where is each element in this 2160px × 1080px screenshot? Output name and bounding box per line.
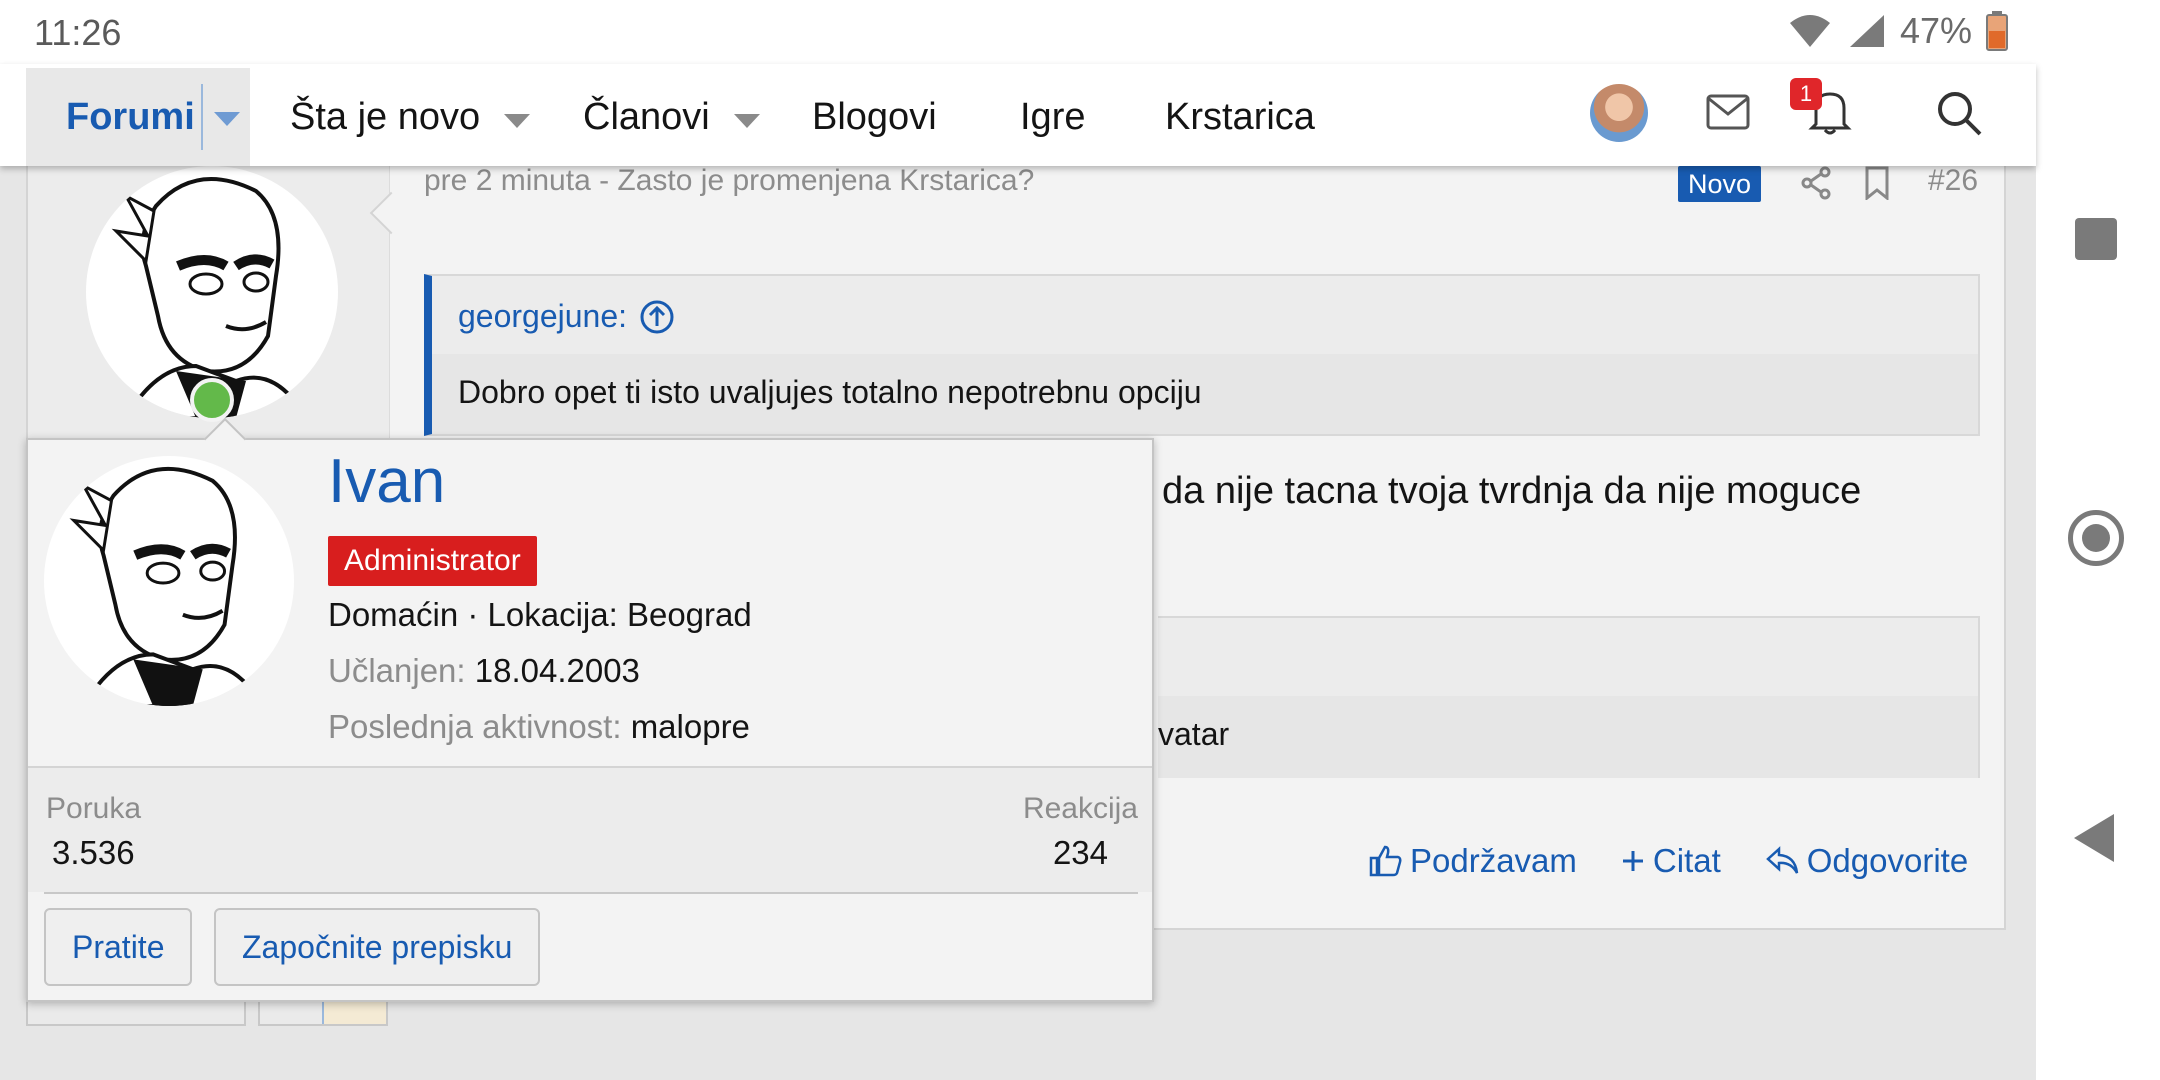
plus-icon bbox=[1622, 851, 1643, 871]
status-bar: 11:26 47% bbox=[0, 0, 2036, 64]
recents-button[interactable] bbox=[2075, 218, 2117, 260]
role-badge: Administrator bbox=[328, 536, 537, 586]
new-badge: Novo bbox=[1678, 166, 1762, 202]
like-button[interactable]: Podržavam bbox=[1368, 842, 1577, 880]
online-status-icon bbox=[190, 378, 234, 422]
quote-label: Citat bbox=[1652, 842, 1721, 879]
battery-icon bbox=[1986, 11, 2008, 51]
quote-button[interactable]: Citat bbox=[1621, 842, 1721, 880]
nav-item-forumi[interactable]: Forumi bbox=[26, 68, 250, 166]
like-label: Podržavam bbox=[1410, 842, 1577, 879]
member-last-activity: Poslednja aktivnost: malopre bbox=[328, 708, 750, 746]
mail-icon[interactable] bbox=[1706, 94, 1750, 130]
main-nav: Forumi Šta je novo Članovi Blogovi Igre … bbox=[0, 64, 2036, 166]
quote-author[interactable]: georgejune: bbox=[458, 298, 675, 335]
messages-label: Poruka bbox=[46, 792, 142, 825]
member-location: Domaćin · Lokacija: Beograd bbox=[328, 596, 752, 633]
nav-item-label: Forumi bbox=[66, 96, 195, 138]
back-button[interactable] bbox=[2074, 814, 2114, 862]
post-body-text: da nije tacna tvoja tvrdnja da nije mogu… bbox=[1162, 470, 1862, 512]
member-joined: Učlanjen: 18.04.2003 bbox=[328, 652, 640, 690]
reactions-value[interactable]: 234 bbox=[1053, 834, 1108, 872]
member-name[interactable]: Ivan bbox=[328, 446, 445, 517]
follow-button[interactable]: Pratite bbox=[44, 908, 193, 986]
blockquote-2: vatar bbox=[1158, 616, 1980, 778]
joined-value: 18.04.2003 bbox=[474, 652, 640, 689]
reply-button[interactable]: Odgovorite bbox=[1765, 842, 1968, 880]
post-header: pre 2 minuta - Zasto je promenjena Krsta… bbox=[424, 164, 1035, 197]
android-nav-bar bbox=[2036, 0, 2160, 1080]
nav-item-games[interactable]: Igre bbox=[1020, 96, 1085, 139]
member-tooltip: Ivan Administrator Domaćin · Lokacija: B… bbox=[26, 417, 1154, 1002]
messages-value[interactable]: 3.536 bbox=[52, 834, 135, 872]
nav-item-members[interactable]: Članovi bbox=[583, 96, 710, 139]
last-activity-value: malopre bbox=[630, 708, 750, 745]
last-activity-label: Poslednja aktivnost: bbox=[328, 708, 622, 745]
arrow-up-circle-icon[interactable] bbox=[639, 299, 675, 335]
user-avatar[interactable] bbox=[1590, 84, 1648, 142]
nav-item-blogs[interactable]: Blogovi bbox=[812, 96, 937, 139]
divider bbox=[44, 892, 1138, 894]
bookmark-icon[interactable] bbox=[1864, 166, 1890, 200]
nav-separator bbox=[201, 84, 203, 150]
wifi-icon bbox=[1789, 15, 1830, 47]
thumbs-up-icon bbox=[1369, 845, 1402, 877]
quote-text: Dobro opet ti isto uvaljujes totalno nep… bbox=[432, 354, 1978, 434]
share-icon[interactable] bbox=[1800, 166, 1832, 200]
reply-icon bbox=[1765, 846, 1799, 874]
battery-percent: 47% bbox=[1899, 10, 1972, 51]
joined-label: Učlanjen: bbox=[328, 652, 466, 689]
nav-item-krstarica[interactable]: Krstarica bbox=[1165, 96, 1315, 139]
home-button[interactable] bbox=[2068, 510, 2124, 566]
member-avatar[interactable] bbox=[44, 456, 294, 706]
reply-label: Odgovorite bbox=[1806, 842, 1969, 879]
status-time: 11:26 bbox=[34, 12, 122, 53]
quote-author-name: georgejune: bbox=[458, 298, 628, 334]
chevron-down-icon[interactable] bbox=[734, 114, 760, 128]
notification-badge: 1 bbox=[1790, 78, 1822, 110]
member-stats: Poruka 3.536 Reakcija 234 bbox=[28, 768, 1152, 892]
post-number[interactable]: #26 bbox=[1928, 164, 1978, 198]
post-actions: Podržavam Citat Odgovorite bbox=[1368, 842, 1968, 880]
chevron-down-icon[interactable] bbox=[214, 112, 240, 126]
nav-item-whats-new[interactable]: Šta je novo bbox=[290, 96, 480, 139]
reactions-label: Reakcija bbox=[1022, 792, 1138, 825]
quote2-text: vatar bbox=[1158, 696, 1978, 778]
status-icons: 47% bbox=[1788, 10, 2008, 52]
blockquote: georgejune: Dobro opet ti isto uvaljujes… bbox=[424, 274, 1980, 436]
avatar-illustration bbox=[69, 467, 265, 706]
start-conversation-button[interactable]: Započnite prepisku bbox=[214, 908, 541, 986]
search-icon[interactable] bbox=[1936, 90, 1982, 136]
signal-icon bbox=[1849, 15, 1884, 47]
chevron-down-icon[interactable] bbox=[504, 114, 530, 128]
